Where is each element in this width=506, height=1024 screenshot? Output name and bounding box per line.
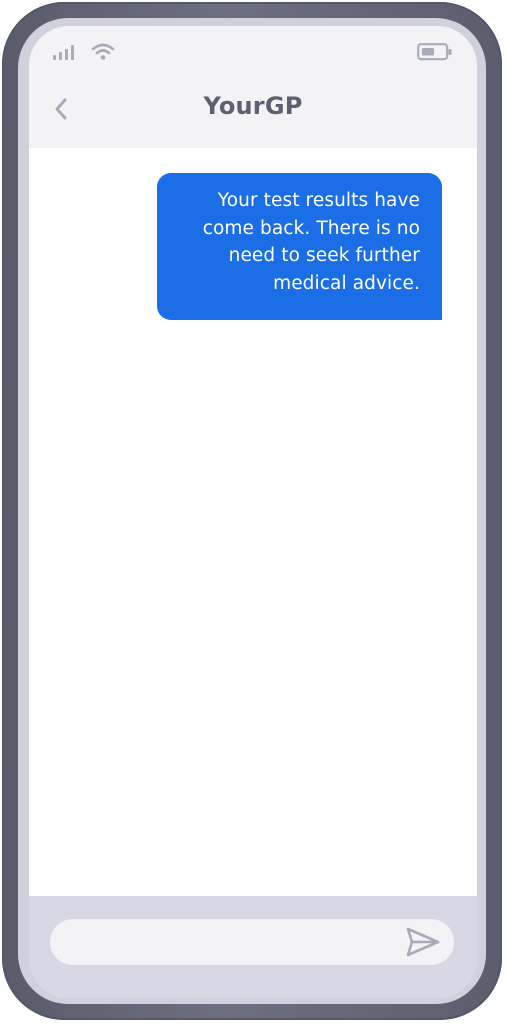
message-input[interactable] (50, 919, 454, 965)
wifi-icon (91, 42, 115, 67)
composer-bar (29, 896, 477, 998)
battery-icon (417, 43, 453, 66)
status-bar (29, 26, 477, 76)
chat-area: Your test results have come back. There … (29, 148, 477, 896)
page-title: YourGP (203, 92, 303, 120)
send-icon[interactable] (405, 926, 441, 958)
message-bubble-outgoing: Your test results have come back. There … (157, 173, 442, 320)
phone-screen: YourGP Your test results have come back.… (29, 26, 477, 998)
signal-icon (53, 43, 81, 66)
header: YourGP (29, 26, 477, 149)
